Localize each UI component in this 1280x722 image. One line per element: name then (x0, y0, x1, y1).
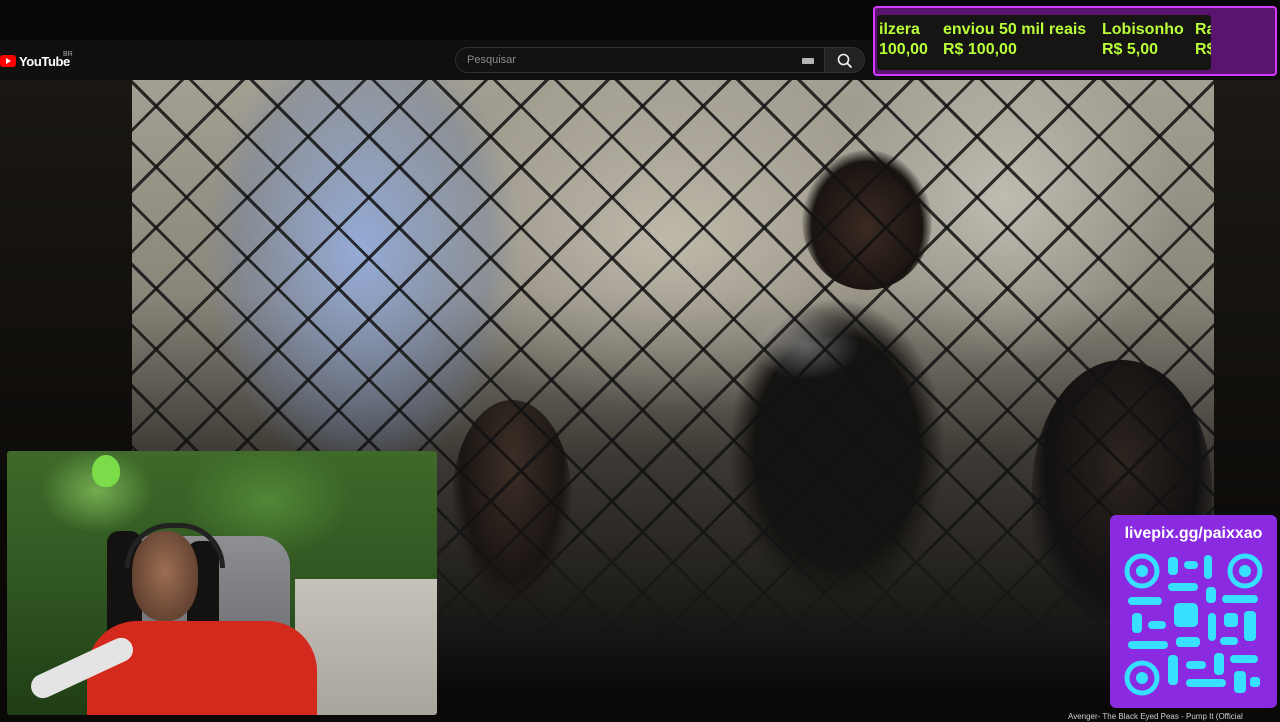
youtube-logo[interactable]: YouTube (0, 52, 70, 70)
donation-item: Lobisonho R$ 5,00 (1102, 20, 1184, 60)
background-left (0, 80, 132, 480)
background-right (1214, 80, 1280, 520)
headset-icon (125, 523, 225, 568)
donation-amount: 100,00 (879, 41, 928, 58)
youtube-play-icon (0, 55, 16, 67)
qr-code-icon (1122, 551, 1265, 698)
search-placeholder: Pesquisar (467, 54, 516, 66)
webcam-streamer-shirt (87, 621, 317, 715)
donation-amount: R$ 5,00 (1102, 41, 1159, 58)
donation-amount: R$ 100,00 (943, 41, 1017, 58)
donation-amount: R$ (1195, 41, 1211, 58)
donation-ticker-inner: ilzera 100,00 enviou 50 mil reais R$ 100… (877, 15, 1211, 70)
donation-name: Lobisonho (1102, 21, 1184, 38)
donation-name: Ra (1195, 21, 1211, 38)
video-title[interactable]: Avenger- The Black Eyed Peas - Pump It (… (1068, 712, 1280, 722)
donation-name: ilzera (879, 21, 920, 38)
donation-name: enviou 50 mil reais (943, 21, 1087, 38)
pix-url: livepix.gg/paixxao (1124, 525, 1263, 542)
donation-item: ilzera 100,00 (879, 20, 928, 60)
alien-figure (92, 455, 120, 487)
search-icon (837, 53, 853, 69)
keyboard-icon[interactable] (802, 58, 814, 64)
search-input[interactable]: Pesquisar (455, 47, 825, 73)
webcam-overlay (7, 451, 437, 715)
donation-item: enviou 50 mil reais R$ 100,00 (943, 20, 1086, 60)
donation-item: Ra R$ (1195, 20, 1211, 60)
country-code: BR (63, 51, 73, 58)
search-button[interactable] (825, 47, 865, 73)
donation-ticker: ilzera 100,00 enviou 50 mil reais R$ 100… (873, 6, 1277, 76)
pix-donation-box: livepix.gg/paixxao (1110, 515, 1277, 708)
